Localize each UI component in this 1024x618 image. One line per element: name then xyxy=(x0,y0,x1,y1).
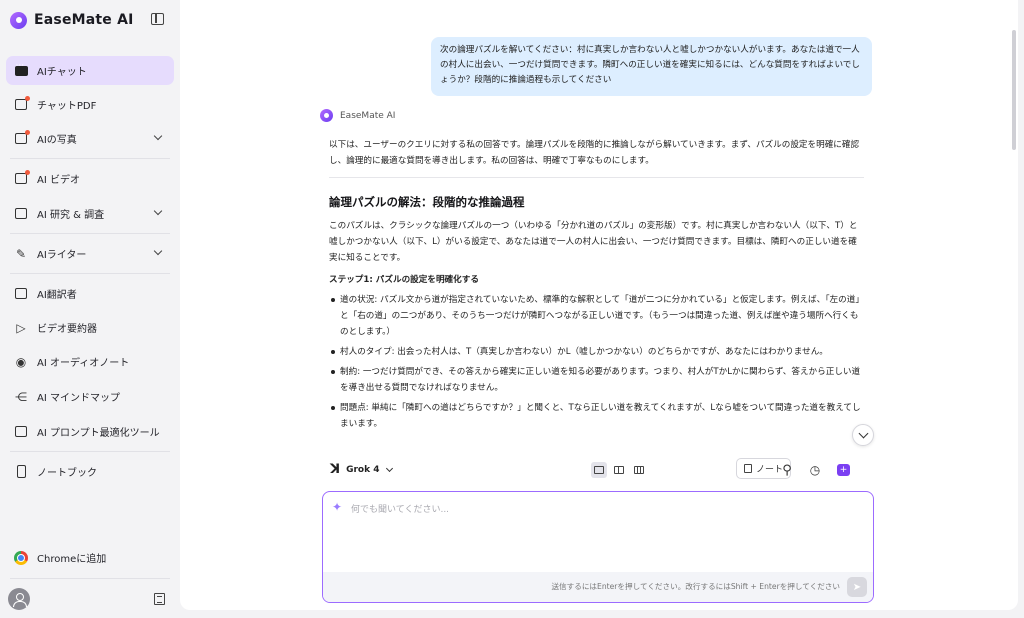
brand[interactable]: EaseMate AI xyxy=(10,10,134,30)
notebook-icon xyxy=(14,465,28,479)
list-item: 道の状況: パズル文から道が指定されていないため、標準的な解釈として「道が二つに… xyxy=(329,292,864,340)
sidebar-item-ai-prompt-optimizer[interactable]: AI プロンプト最適化ツール xyxy=(6,417,174,446)
bot-header: EaseMate AI xyxy=(320,109,395,122)
sidebar-item-ai-audio-note[interactable]: ◉ AI オーディオノート xyxy=(6,347,174,376)
photo-icon xyxy=(14,129,30,146)
sidebar-item-label: AI マインドマップ xyxy=(37,393,120,404)
chevron-down-icon xyxy=(153,246,163,256)
prompt-icon xyxy=(14,425,28,439)
answer-bullet-list: 道の状況: パズル文から道が指定されていないため、標準的な解釈として「道が二つに… xyxy=(329,292,864,432)
list-item: 制約: 一つだけ質問ができ、その答えから確実に正しい道を知る必要があります。つま… xyxy=(329,364,864,396)
note-icon xyxy=(743,464,752,473)
attach-icon[interactable]: ⚲ xyxy=(779,462,795,478)
scrollbar[interactable] xyxy=(1012,30,1016,150)
split-view-button[interactable] xyxy=(611,462,627,478)
brand-name: EaseMate AI xyxy=(34,12,134,28)
divider xyxy=(10,578,170,579)
collapse-sidebar-icon[interactable] xyxy=(151,13,164,25)
answer-paragraph: このパズルは、クラシックな論理パズルの一つ（いわゆる「分かれ道のパズル」の変形版… xyxy=(329,221,858,263)
list-item: 村人のタイプ: 出会った村人は、T（真実しか言わない）かL（嘘しかつかない）のど… xyxy=(329,344,864,360)
answer-heading: 論理パズルの解法：段階的な推論過程 xyxy=(329,195,525,209)
sidebar-item-label: AIチャット xyxy=(37,67,87,78)
translate-icon xyxy=(14,287,28,301)
sidebar-item-label: AI 研究 & 調査 xyxy=(37,210,105,221)
composer-toolbar: ꓘ Grok 4 ノート ⚲ ◷ + xyxy=(330,458,875,482)
sidebar-item-label: ノートブック xyxy=(37,468,97,479)
sidebar-item-ai-mindmap[interactable]: ⋲ AI マインドマップ xyxy=(6,382,174,411)
sidebar: EaseMate AI AIチャット チャットPDF AIの写真 AI ビデオ … xyxy=(0,0,180,618)
chevron-down-icon xyxy=(153,131,163,141)
sidebar-item-label: AIライター xyxy=(37,250,87,261)
writer-icon: ✎ xyxy=(15,246,27,261)
grok-logo-icon: ꓘ xyxy=(330,462,341,477)
bot-name: EaseMate AI xyxy=(340,110,396,121)
answer-step-title: ステップ1: パズルの設定を明確化する xyxy=(329,275,479,285)
scroll-down-button[interactable] xyxy=(852,424,874,446)
sidebar-item-label: AI プロンプト最適化ツール xyxy=(37,428,160,439)
sidebar-item-notebook[interactable]: ノートブック xyxy=(6,457,174,486)
sparkle-icon: ✦ xyxy=(332,500,343,514)
add-to-chrome-label: Chromeに追加 xyxy=(37,554,107,565)
send-button[interactable]: ➤ xyxy=(847,577,867,597)
sidebar-item-ai-translator[interactable]: AI翻訳者 xyxy=(6,279,174,308)
chrome-icon xyxy=(14,550,28,565)
sidebar-item-label: チャットPDF xyxy=(37,101,97,112)
video-icon xyxy=(14,169,30,186)
model-name: Grok 4 xyxy=(346,464,380,475)
add-to-chrome-button[interactable]: Chromeに追加 xyxy=(6,543,174,572)
send-hint: 送信するにはEnterを押してください。改行するにはShift + Enterを… xyxy=(551,582,840,591)
triple-view-button[interactable] xyxy=(631,462,647,478)
easemate-logo-icon xyxy=(10,11,27,29)
sidebar-item-ai-photo[interactable]: AIの写真 xyxy=(6,124,174,153)
composer: ✦ 送信するにはEnterを押してください。改行するにはShift + Ente… xyxy=(322,491,874,603)
answer-intro: 以下は、ユーザーのクエリに対する私の回答です。論理パズルを段階的に推論しながら解… xyxy=(329,137,864,178)
list-item: 問題点: 単純に「隣町への道はどちらですか？」と聞くと、Tなら正しい道を教えてく… xyxy=(329,400,864,432)
sidebar-item-video-summary[interactable]: ▷ ビデオ要約器 xyxy=(6,313,174,342)
chevron-down-icon xyxy=(386,464,394,472)
divider xyxy=(10,451,170,452)
new-chat-icon[interactable]: + xyxy=(837,464,850,476)
single-view-button[interactable] xyxy=(591,462,607,478)
model-selector[interactable]: ꓘ Grok 4 xyxy=(330,462,394,477)
history-icon[interactable]: ◷ xyxy=(807,462,823,478)
mindmap-icon: ⋲ xyxy=(15,389,27,404)
easemate-logo-icon xyxy=(320,109,333,122)
sidebar-item-label: ビデオ要約器 xyxy=(37,324,97,335)
divider xyxy=(10,233,170,234)
bot-answer: 以下は、ユーザーのクエリに対する私の回答です。論理パズルを段階的に推論しながら解… xyxy=(329,137,864,442)
audio-icon: ◉ xyxy=(15,354,27,369)
notes-icon[interactable] xyxy=(154,593,165,605)
avatar[interactable] xyxy=(8,588,30,610)
sidebar-item-label: AI オーディオノート xyxy=(37,358,130,369)
sidebar-item-ai-writer[interactable]: ✎ AIライター xyxy=(6,239,174,268)
send-icon: ➤ xyxy=(852,581,862,593)
sidebar-item-ai-chat[interactable]: AIチャット xyxy=(6,56,174,85)
message-input[interactable] xyxy=(351,500,851,520)
video-summary-icon: ▷ xyxy=(16,320,26,335)
research-icon xyxy=(14,207,28,221)
sidebar-item-label: AIの写真 xyxy=(37,135,77,146)
sidebar-item-chat-pdf[interactable]: チャットPDF xyxy=(6,90,174,119)
sidebar-item-label: AI翻訳者 xyxy=(37,290,77,301)
chat-icon xyxy=(14,61,28,78)
divider xyxy=(10,158,170,159)
pdf-icon xyxy=(14,95,30,112)
sidebar-item-label: AI ビデオ xyxy=(37,175,80,186)
chat-panel: 次の論理パズルを解いてください：村に真実しか言わない人と嘘しかつかない人がいます… xyxy=(180,0,1018,610)
sidebar-item-ai-video[interactable]: AI ビデオ xyxy=(6,164,174,193)
chevron-down-icon xyxy=(153,206,163,216)
user-message: 次の論理パズルを解いてください：村に真実しか言わない人と嘘しかつかない人がいます… xyxy=(431,37,872,96)
sidebar-item-ai-research[interactable]: AI 研究 & 調査 xyxy=(6,199,174,228)
divider xyxy=(10,273,170,274)
composer-footer: 送信するにはEnterを押してください。改行するにはShift + Enterを… xyxy=(323,572,873,602)
